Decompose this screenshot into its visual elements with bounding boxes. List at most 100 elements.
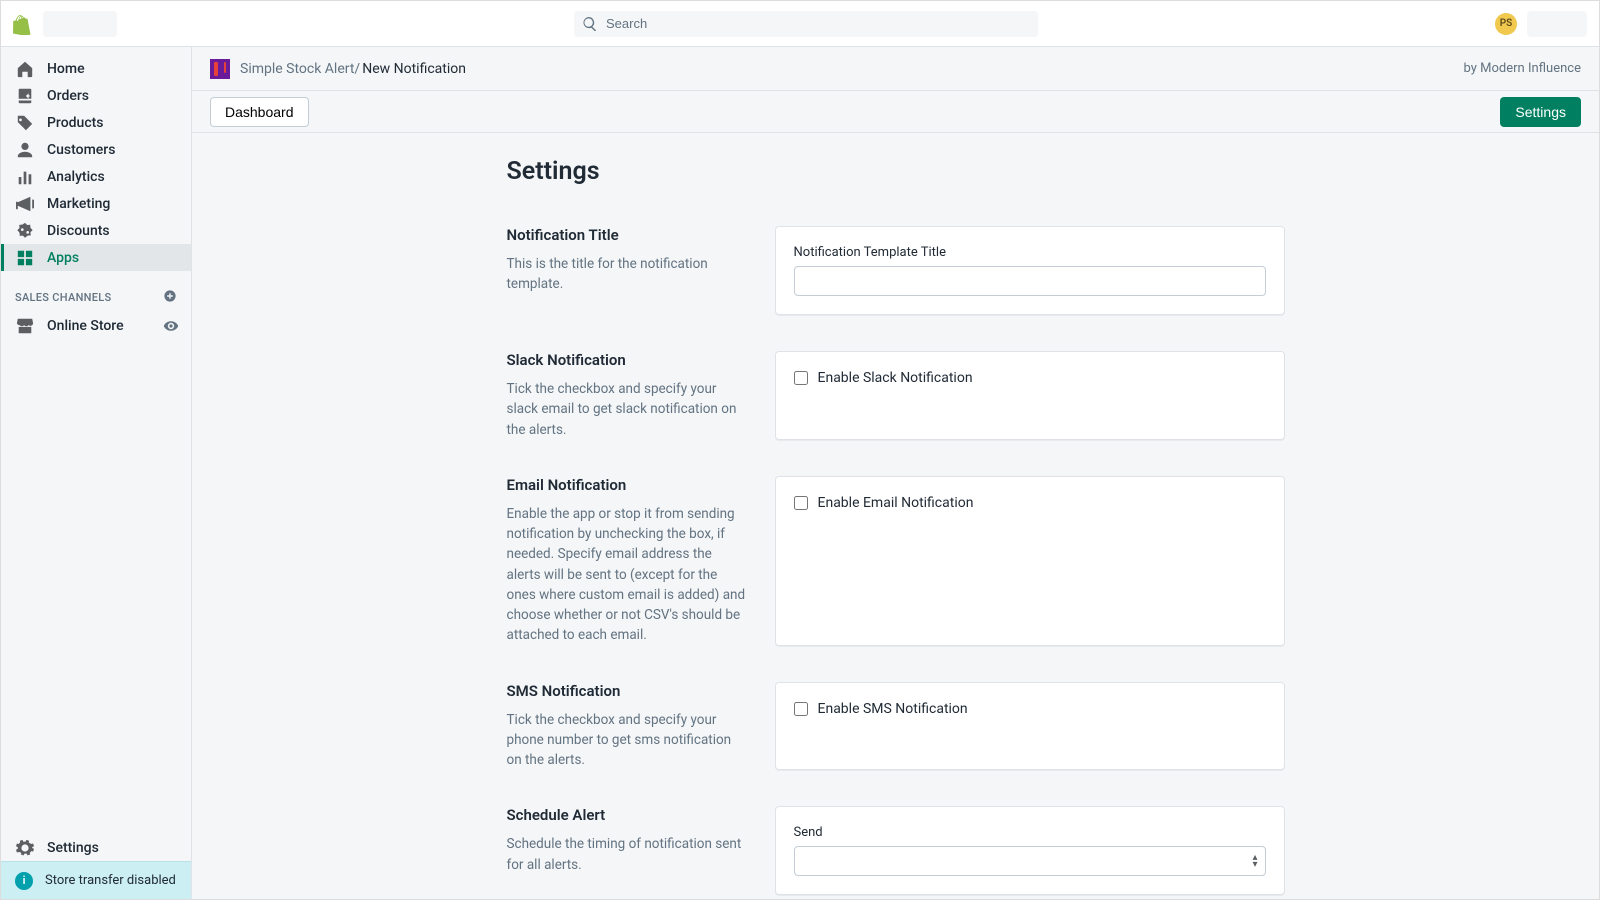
card-schedule: Send ▴▾	[775, 806, 1285, 895]
field-label: Notification Template Title	[794, 245, 1266, 260]
notification-title-input[interactable]	[794, 266, 1266, 296]
search-wrap	[574, 11, 1038, 37]
products-icon	[15, 114, 35, 132]
sidebar-bottom: Settings i Store transfer disabled	[1, 834, 191, 899]
app-viewport: { "topbar": { "search_placeholder": "Sea…	[0, 0, 1600, 900]
section-info: Schedule Alert Schedule the timing of no…	[507, 806, 747, 895]
section-schedule: Schedule Alert Schedule the timing of no…	[507, 788, 1285, 899]
home-icon	[15, 60, 35, 78]
sidebar-item-analytics[interactable]: Analytics	[1, 163, 191, 190]
section-slack: Slack Notification Tick the checkbox and…	[507, 333, 1285, 458]
app-icon	[210, 59, 230, 79]
sidebar: Home Orders Products Customers Analytics…	[1, 47, 192, 899]
sidebar-item-online-store[interactable]: Online Store	[1, 312, 191, 339]
email-checkbox[interactable]	[794, 496, 808, 510]
shopify-logo-icon	[13, 15, 31, 33]
search-input[interactable]	[574, 11, 1038, 37]
section-notification-title: Notification Title This is the title for…	[507, 208, 1285, 333]
app-sub-bar: Dashboard Settings	[192, 91, 1599, 133]
section-desc: Tick the checkbox and specify your slack…	[507, 379, 747, 440]
store-name-pill[interactable]	[43, 11, 117, 37]
sidebar-item-label: Home	[47, 61, 85, 77]
dashboard-button[interactable]: Dashboard	[210, 97, 309, 127]
section-info: SMS Notification Tick the checkbox and s…	[507, 682, 747, 771]
add-channel-icon[interactable]	[163, 289, 177, 306]
breadcrumb-page: New Notification	[362, 61, 466, 77]
section-sms: SMS Notification Tick the checkbox and s…	[507, 664, 1285, 789]
app-header: Simple Stock Alert / New Notification by…	[192, 47, 1599, 91]
info-icon: i	[15, 872, 33, 890]
sidebar-item-discounts[interactable]: Discounts	[1, 217, 191, 244]
content-area: Simple Stock Alert / New Notification by…	[192, 47, 1599, 899]
primary-nav: Home Orders Products Customers Analytics…	[1, 47, 191, 339]
search-icon	[583, 17, 597, 31]
field-label: Send	[794, 825, 1266, 840]
avatar[interactable]: PS	[1495, 13, 1517, 35]
checkbox-label: Enable Slack Notification	[818, 370, 973, 386]
sidebar-item-label: Orders	[47, 88, 89, 104]
sidebar-item-label: Discounts	[47, 223, 110, 239]
card-notification-title: Notification Template Title	[775, 226, 1285, 315]
card-email: Enable Email Notification	[775, 476, 1285, 646]
select-caret-icon: ▴▾	[1252, 854, 1257, 868]
section-desc: Tick the checkbox and specify your phone…	[507, 710, 747, 771]
section-heading: Email Notification	[507, 476, 747, 494]
section-desc: Enable the app or stop it from sending n…	[507, 504, 747, 646]
section-heading: Schedule Alert	[507, 806, 747, 824]
account-menu[interactable]	[1527, 11, 1587, 37]
slack-checkbox[interactable]	[794, 371, 808, 385]
topbar-right: PS	[1495, 11, 1587, 37]
sidebar-item-apps[interactable]: Apps	[1, 244, 191, 271]
apps-icon	[15, 249, 35, 267]
sidebar-item-label: Analytics	[47, 169, 105, 185]
sidebar-item-label: Online Store	[47, 318, 124, 334]
sidebar-item-orders[interactable]: Orders	[1, 82, 191, 109]
section-info: Notification Title This is the title for…	[507, 226, 747, 315]
card-sms: Enable SMS Notification	[775, 682, 1285, 771]
section-desc: Schedule the timing of notification sent…	[507, 834, 747, 875]
sidebar-item-label: Marketing	[47, 196, 110, 212]
section-header-label: SALES CHANNELS	[15, 291, 112, 304]
orders-icon	[15, 87, 35, 105]
checkbox-label: Enable Email Notification	[818, 495, 974, 511]
page-title: Settings	[507, 157, 1285, 186]
section-info: Slack Notification Tick the checkbox and…	[507, 351, 747, 440]
section-heading: Slack Notification	[507, 351, 747, 369]
section-heading: Notification Title	[507, 226, 747, 244]
sms-checkbox-row[interactable]: Enable SMS Notification	[794, 701, 1266, 717]
store-transfer-notice: i Store transfer disabled	[1, 861, 191, 899]
sidebar-item-home[interactable]: Home	[1, 55, 191, 82]
settings-button[interactable]: Settings	[1500, 97, 1581, 127]
breadcrumb-app[interactable]: Simple Stock Alert	[240, 61, 354, 77]
sidebar-item-label: Apps	[47, 250, 79, 266]
marketing-icon	[15, 195, 35, 213]
sidebar-item-label: Settings	[47, 840, 99, 856]
select-wrap: ▴▾	[794, 846, 1266, 876]
email-checkbox-row[interactable]: Enable Email Notification	[794, 495, 1266, 511]
section-email: Email Notification Enable the app or sto…	[507, 458, 1285, 664]
sidebar-item-marketing[interactable]: Marketing	[1, 190, 191, 217]
topbar: PS	[1, 1, 1599, 47]
view-store-icon[interactable]	[163, 318, 179, 334]
discounts-icon	[15, 222, 35, 240]
section-heading: SMS Notification	[507, 682, 747, 700]
analytics-icon	[15, 168, 35, 186]
gear-icon	[15, 839, 35, 857]
sidebar-item-label: Customers	[47, 142, 115, 158]
store-icon	[15, 317, 35, 335]
breadcrumb-separator: /	[354, 61, 360, 77]
customers-icon	[15, 141, 35, 159]
sales-channels-header: SALES CHANNELS	[1, 271, 191, 312]
sidebar-item-products[interactable]: Products	[1, 109, 191, 136]
notice-label: Store transfer disabled	[45, 873, 176, 888]
sidebar-item-settings[interactable]: Settings	[1, 834, 191, 861]
slack-checkbox-row[interactable]: Enable Slack Notification	[794, 370, 1266, 386]
schedule-select[interactable]	[794, 846, 1266, 876]
sidebar-item-customers[interactable]: Customers	[1, 136, 191, 163]
section-desc: This is the title for the notification t…	[507, 254, 747, 295]
card-slack: Enable Slack Notification	[775, 351, 1285, 440]
checkbox-label: Enable SMS Notification	[818, 701, 968, 717]
section-info: Email Notification Enable the app or sto…	[507, 476, 747, 646]
sms-checkbox[interactable]	[794, 702, 808, 716]
settings-wrap: Settings Notification Title This is the …	[507, 157, 1285, 899]
